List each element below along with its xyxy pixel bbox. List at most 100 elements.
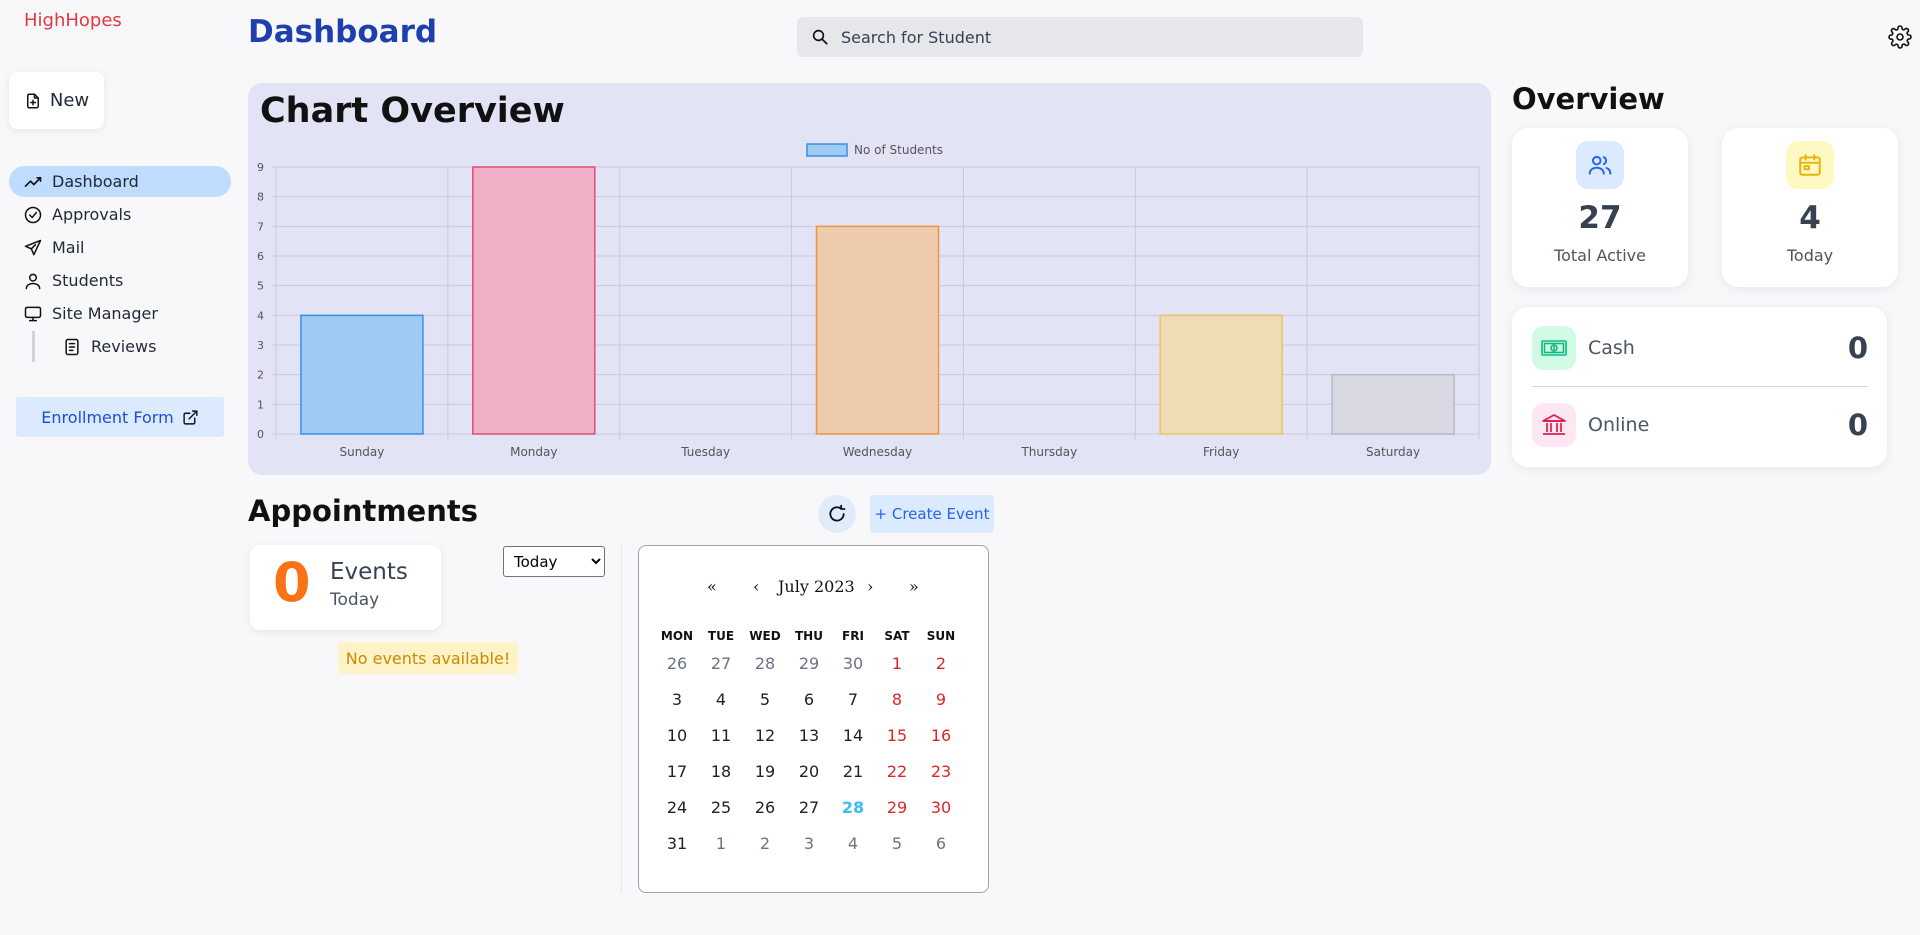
weekday-header: SAT [884, 629, 910, 643]
calendar-day[interactable]: 23 [919, 754, 963, 790]
events-label: Events [330, 559, 408, 585]
sidebar-nav: Dashboard Approvals Mail Students Site M… [9, 166, 231, 364]
sidebar-item-site-manager[interactable]: Site Manager [9, 298, 231, 329]
calendar-day-other-month[interactable]: 2 [743, 826, 787, 862]
sidebar-item-approvals[interactable]: Approvals [9, 199, 231, 230]
payments-divider [1532, 386, 1868, 387]
refresh-button[interactable] [818, 495, 856, 533]
calendar-day[interactable]: 1 [875, 646, 919, 682]
calendar-day-other-month[interactable]: 6 [919, 826, 963, 862]
calendar-day[interactable]: 25 [699, 790, 743, 826]
users-icon [1588, 155, 1612, 175]
calendar-day[interactable]: 21 [831, 754, 875, 790]
bar-chart: 0 1 2 3 4 5 6 7 8 9 Sunday Monday Tuesday Wednesday Th… [257, 143, 1480, 459]
weekday-header: THU [795, 629, 823, 643]
calendar-day-other-month[interactable]: 1 [699, 826, 743, 862]
calendar-day[interactable]: 22 [875, 754, 919, 790]
search-input[interactable] [841, 27, 1341, 47]
calendar-day[interactable]: 16 [919, 718, 963, 754]
calendar-nav: « ‹ July 2023 › » [639, 577, 990, 603]
search-bar[interactable] [797, 17, 1363, 57]
calendar-day[interactable]: 19 [743, 754, 787, 790]
legend-label: No of Students [854, 143, 943, 157]
calendar-day[interactable]: 18 [699, 754, 743, 790]
calendar-day[interactable]: 30 [919, 790, 963, 826]
weekday-header: MON [660, 629, 694, 643]
new-button[interactable]: New [9, 72, 104, 129]
calendar-day[interactable]: 31 [655, 826, 699, 862]
next-year-button[interactable]: » [909, 577, 919, 596]
bank-icon [1542, 414, 1566, 435]
weekday-header: FRI [842, 629, 864, 643]
next-month-button[interactable]: › [867, 577, 873, 596]
calendar-icon-badge [1786, 141, 1834, 189]
sidebar-item-label: Approvals [52, 205, 132, 224]
sidebar-item-label: Reviews [91, 337, 157, 356]
page-title: Dashboard [248, 14, 438, 50]
x-tick-label: Wednesday [843, 445, 912, 459]
calendar-day-other-month[interactable]: 29 [787, 646, 831, 682]
y-tick-label: 6 [257, 250, 264, 263]
calendar-day[interactable]: 12 [743, 718, 787, 754]
bar-saturday [1331, 373, 1455, 435]
calendar-day[interactable]: 27 [787, 790, 831, 826]
x-tick-label: Friday [1203, 445, 1239, 459]
calendar-day[interactable]: 11 [699, 718, 743, 754]
new-document-icon [26, 93, 39, 108]
calendar-day[interactable]: 2 [919, 646, 963, 682]
month-label[interactable]: July 2023 [778, 577, 855, 596]
create-event-button[interactable]: + Create Event [870, 495, 994, 533]
calendar-day-other-month[interactable]: 28 [743, 646, 787, 682]
no-events-message: No events available! [338, 642, 518, 674]
chart-card: Chart Overview 0 1 2 3 4 5 6 7 8 9 Sunday Monday Tue… [248, 83, 1491, 475]
calendar-day[interactable]: 6 [787, 682, 831, 718]
y-tick-label: 4 [257, 309, 264, 322]
calendar: « ‹ July 2023 › » MON TUE WED THU FRI SAT SUN 2… [638, 545, 989, 893]
send-icon [24, 239, 42, 255]
x-tick-label: Tuesday [680, 445, 730, 459]
y-tick-label: 1 [257, 398, 264, 411]
calendar-day[interactable]: 13 [787, 718, 831, 754]
prev-year-button[interactable]: « [707, 577, 717, 596]
calendar-day[interactable]: 3 [655, 682, 699, 718]
range-select[interactable]: Today [503, 546, 605, 577]
x-tick-label: Saturday [1366, 445, 1420, 459]
cash-icon [1541, 340, 1567, 356]
online-row: Online 0 [1532, 401, 1868, 449]
y-tick-label: 2 [257, 369, 264, 382]
external-link-icon [183, 409, 198, 425]
calendar-day-other-month[interactable]: 30 [831, 646, 875, 682]
sidebar-item-students[interactable]: Students [9, 265, 231, 296]
calendar-day[interactable]: 14 [831, 718, 875, 754]
calendar-day-other-month[interactable]: 4 [831, 826, 875, 862]
sidebar-item-mail[interactable]: Mail [9, 232, 231, 263]
calendar-day[interactable]: 26 [743, 790, 787, 826]
calendar-day[interactable]: 9 [919, 682, 963, 718]
calendar-day[interactable]: 15 [875, 718, 919, 754]
calendar-day[interactable]: 8 [875, 682, 919, 718]
events-sub-label: Today [330, 590, 380, 610]
y-tick-label: 0 [257, 428, 264, 441]
calendar-day-today[interactable]: 28 [831, 790, 875, 826]
calendar-day[interactable]: 7 [831, 682, 875, 718]
calendar-day[interactable]: 17 [655, 754, 699, 790]
calendar-day[interactable]: 5 [743, 682, 787, 718]
calendar-day[interactable]: 20 [787, 754, 831, 790]
calendar-day-other-month[interactable]: 26 [655, 646, 699, 682]
calendar-day[interactable]: 24 [655, 790, 699, 826]
brand-logo[interactable]: HighHopes [24, 10, 122, 31]
calendar-day-other-month[interactable]: 27 [699, 646, 743, 682]
sidebar-item-dashboard[interactable]: Dashboard [9, 166, 231, 197]
calendar-day-other-month[interactable]: 5 [875, 826, 919, 862]
cash-row: Cash 0 [1532, 324, 1868, 372]
sidebar-item-reviews[interactable]: Reviews [62, 331, 231, 362]
today-label: Today [1786, 246, 1834, 265]
monitor-icon [24, 306, 42, 321]
gear-icon[interactable] [1888, 25, 1912, 49]
calendar-day-other-month[interactable]: 3 [787, 826, 831, 862]
prev-month-button[interactable]: ‹ [753, 577, 759, 596]
enrollment-form-link[interactable]: Enrollment Form [16, 397, 224, 437]
calendar-day[interactable]: 4 [699, 682, 743, 718]
calendar-day[interactable]: 10 [655, 718, 699, 754]
calendar-day[interactable]: 29 [875, 790, 919, 826]
